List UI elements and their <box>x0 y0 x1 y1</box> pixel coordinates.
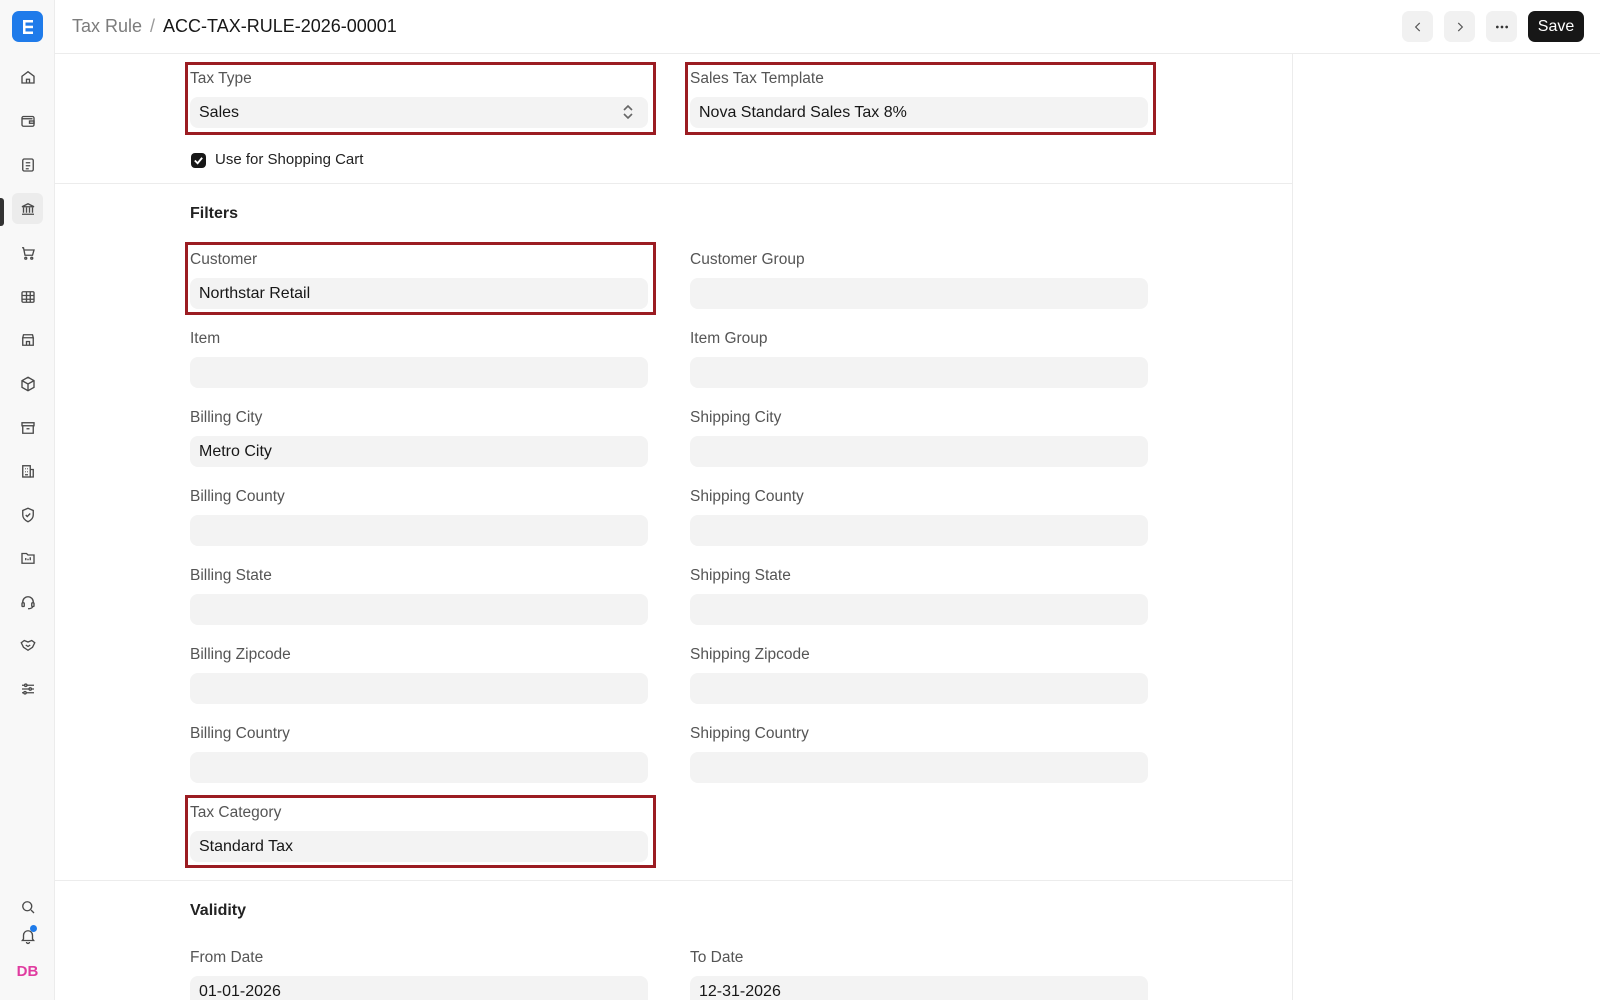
from-date-label: From Date <box>190 949 264 966</box>
from-date-value: 01-01-2026 <box>199 982 281 1000</box>
filters-section-title: Filters <box>190 205 239 222</box>
tax-type-select[interactable]: Sales <box>190 97 648 128</box>
active-indicator <box>0 198 4 226</box>
app-logo[interactable] <box>12 11 43 42</box>
shipping-city-label: Shipping City <box>690 409 782 426</box>
to-date-label: To Date <box>690 949 744 966</box>
customer-group-field[interactable] <box>690 278 1148 309</box>
document-icon[interactable] <box>12 149 43 180</box>
top-header: Tax Rule / ACC-TAX-RULE-2026-00001 Save <box>55 0 1600 54</box>
wallet-icon[interactable] <box>12 105 43 136</box>
billing-city-value: Metro City <box>199 442 272 460</box>
section-divider <box>55 183 1293 184</box>
sales-tax-template-value: Nova Standard Sales Tax 8% <box>699 103 907 121</box>
billing-country-field[interactable] <box>190 752 648 783</box>
billing-county-label: Billing County <box>190 488 285 505</box>
building-icon[interactable] <box>12 455 43 486</box>
tax-category-value: Standard Tax <box>199 837 293 855</box>
item-group-label: Item Group <box>690 330 768 347</box>
billing-country-label: Billing Country <box>190 725 290 742</box>
to-date-field[interactable]: 12-31-2026 <box>690 976 1148 1000</box>
breadcrumb-separator: / <box>150 16 156 36</box>
archive-icon[interactable] <box>12 412 43 443</box>
chevron-left-icon <box>1414 22 1420 31</box>
handshake-icon[interactable] <box>12 629 43 660</box>
shipping-state-label: Shipping State <box>690 567 791 584</box>
tax-category-field[interactable]: Standard Tax <box>190 831 648 862</box>
bell-icon[interactable] <box>12 920 43 951</box>
shipping-zipcode-field[interactable] <box>690 673 1148 704</box>
table-icon[interactable] <box>12 281 43 312</box>
to-date-value: 12-31-2026 <box>699 982 781 1000</box>
shipping-state-field[interactable] <box>690 594 1148 625</box>
billing-zipcode-field[interactable] <box>190 673 648 704</box>
shield-icon[interactable] <box>12 499 43 530</box>
item-field[interactable] <box>190 357 648 388</box>
section-divider <box>55 880 1293 881</box>
customer-value: Northstar Retail <box>199 284 311 302</box>
chevron-right-icon <box>1457 22 1463 31</box>
check-icon <box>194 157 203 165</box>
sales-tax-template-label: Sales Tax Template <box>690 70 824 87</box>
next-button[interactable] <box>1444 11 1475 42</box>
previous-button[interactable] <box>1402 11 1433 42</box>
customer-group-label: Customer Group <box>690 251 805 268</box>
billing-zipcode-label: Billing Zipcode <box>190 646 291 663</box>
shipping-zipcode-label: Shipping Zipcode <box>690 646 810 663</box>
shopping-cart-label[interactable]: Use for Shopping Cart <box>215 151 363 168</box>
avatar[interactable]: DB <box>12 956 43 987</box>
shipping-country-field[interactable] <box>690 752 1148 783</box>
sales-tax-template-field[interactable]: Nova Standard Sales Tax 8% <box>690 97 1148 128</box>
bank-icon[interactable] <box>12 193 43 224</box>
breadcrumb: Tax Rule / ACC-TAX-RULE-2026-00001 <box>72 16 397 37</box>
folder-icon[interactable] <box>12 542 43 573</box>
shipping-city-field[interactable] <box>690 436 1148 467</box>
billing-county-field[interactable] <box>190 515 648 546</box>
sliders-icon[interactable] <box>12 673 43 704</box>
store-icon[interactable] <box>12 324 43 355</box>
billing-state-field[interactable] <box>190 594 648 625</box>
billing-city-label: Billing City <box>190 409 263 426</box>
tax-type-value: Sales <box>199 103 240 121</box>
sidebar: DB <box>0 0 55 1000</box>
validity-section-title: Validity <box>190 902 247 919</box>
search-icon[interactable] <box>12 891 43 922</box>
billing-city-field[interactable]: Metro City <box>190 436 648 467</box>
breadcrumb-parent[interactable]: Tax Rule <box>72 16 142 37</box>
more-actions-button[interactable] <box>1486 11 1517 42</box>
page-title: ACC-TAX-RULE-2026-00001 <box>163 16 397 36</box>
shipping-country-label: Shipping Country <box>690 725 809 742</box>
save-button[interactable]: Save <box>1528 11 1584 42</box>
form-area: Tax Type Sales Sales Tax Template Nova S… <box>55 54 1293 1000</box>
chevron-updown-icon <box>623 104 633 120</box>
more-icon <box>1495 25 1508 28</box>
customer-field[interactable]: Northstar Retail <box>190 278 648 309</box>
home-icon[interactable] <box>12 61 43 92</box>
logo-icon <box>22 19 33 34</box>
shipping-county-field[interactable] <box>690 515 1148 546</box>
notification-dot <box>30 925 37 932</box>
tax-category-label: Tax Category <box>190 804 282 821</box>
headset-icon[interactable] <box>12 586 43 617</box>
customer-label: Customer <box>190 251 258 268</box>
tax-type-label: Tax Type <box>190 70 252 87</box>
shopping-cart-checkbox[interactable] <box>191 153 206 168</box>
cart-icon[interactable] <box>12 237 43 268</box>
from-date-field[interactable]: 01-01-2026 <box>190 976 648 1000</box>
shipping-county-label: Shipping County <box>690 488 804 505</box>
item-group-field[interactable] <box>690 357 1148 388</box>
package-icon[interactable] <box>12 368 43 399</box>
billing-state-label: Billing State <box>190 567 272 584</box>
item-label: Item <box>190 330 221 347</box>
